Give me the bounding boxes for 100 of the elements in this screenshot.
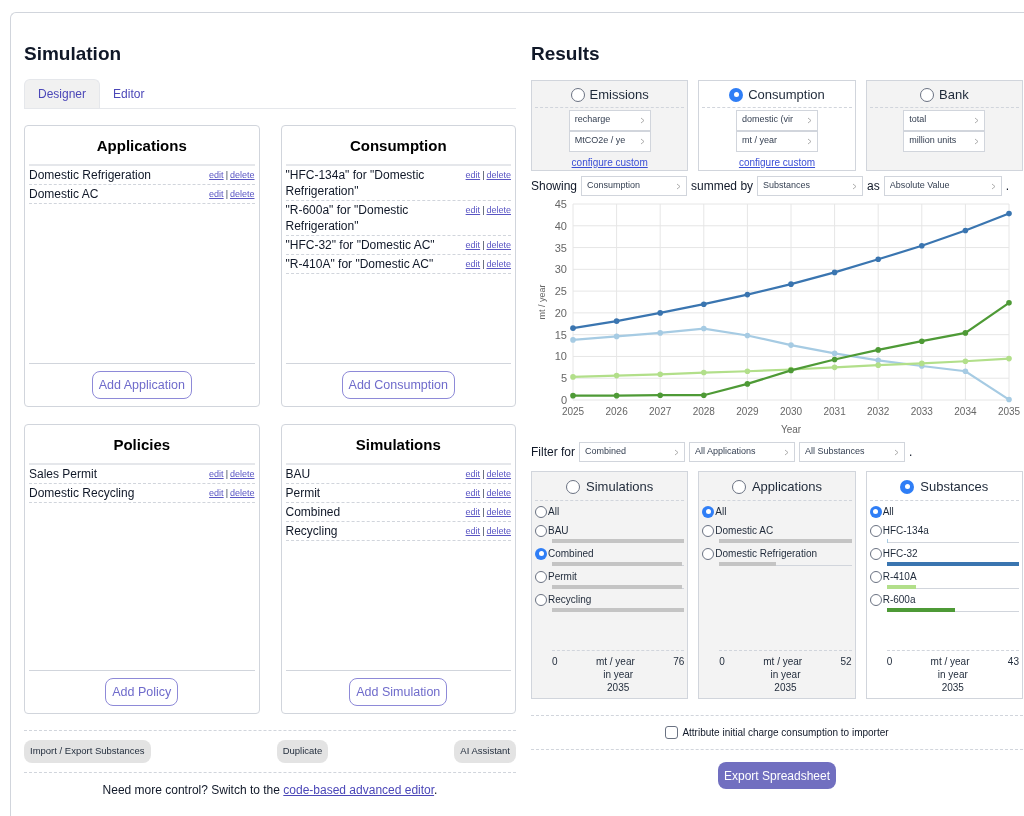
radio-button[interactable]: [535, 547, 547, 560]
radio-button[interactable]: [869, 524, 882, 537]
list-item-label: BAU: [285, 465, 311, 482]
configure-link[interactable]: configure custom: [738, 154, 816, 170]
action-button[interactable]: Duplicate: [276, 740, 329, 763]
radio-button[interactable]: [731, 479, 746, 494]
dropdown[interactable]: All Applications: [689, 442, 795, 462]
list-item-label: "HFC-32" for "Domestic AC": [285, 236, 435, 253]
edit-link[interactable]: edit: [465, 201, 481, 218]
edit-link[interactable]: edit: [465, 236, 481, 253]
radio-button[interactable]: [869, 593, 882, 606]
action-button[interactable]: Import / Export Substances: [24, 740, 151, 763]
filter-option-label: Domestic Refrigeration: [715, 547, 818, 561]
edit-link[interactable]: edit: [465, 255, 481, 272]
scale-unit: mt / year: [930, 655, 970, 668]
radio-button[interactable]: [869, 505, 882, 518]
link-separator: |: [482, 505, 485, 519]
scale-caption: in year: [770, 668, 801, 681]
filter-option-label: Permit: [548, 570, 577, 584]
edit-link[interactable]: edit: [209, 484, 224, 501]
radio-button[interactable]: [702, 505, 715, 518]
y-tick-label: 15: [554, 328, 567, 341]
radio-button[interactable]: [702, 524, 715, 537]
period: .: [909, 444, 913, 461]
list-item-label: Combined: [285, 503, 341, 520]
link-separator: |: [482, 467, 485, 481]
delete-link[interactable]: delete: [486, 255, 511, 272]
dropdown[interactable]: All Substances: [799, 442, 905, 462]
card-title: Policies: [112, 435, 172, 455]
add-button[interactable]: Add Application: [91, 371, 192, 399]
dropdown[interactable]: recharge: [568, 109, 651, 131]
chevron-icon: [639, 116, 645, 124]
section-title: Results: [531, 42, 601, 66]
panel-title: Consumption: [748, 86, 825, 104]
radio-button[interactable]: [702, 547, 715, 560]
export-button[interactable]: Export Spreadsheet: [717, 762, 837, 789]
radio-button[interactable]: [535, 524, 547, 537]
help-note: Need more control? Switch to the code-based advanced editor.: [101, 782, 439, 799]
radio-button[interactable]: [920, 87, 934, 102]
add-button[interactable]: Add Consumption: [341, 371, 455, 399]
dropdown[interactable]: domestic (vir: [736, 109, 818, 131]
filter-option-label: All: [715, 505, 727, 519]
delete-link[interactable]: delete: [486, 484, 511, 501]
delete-link[interactable]: delete: [486, 522, 511, 539]
edit-link[interactable]: edit: [465, 503, 481, 520]
advanced-editor-link[interactable]: code-based advanced editor: [283, 783, 435, 797]
radio-button[interactable]: [869, 570, 882, 583]
list-item-label: Permit: [285, 484, 321, 501]
edit-link[interactable]: edit: [465, 465, 481, 482]
delete-link[interactable]: delete: [229, 185, 255, 202]
edit-link[interactable]: edit: [465, 484, 481, 501]
radio-button[interactable]: [535, 505, 547, 518]
checkbox[interactable]: [665, 726, 679, 739]
dropdown[interactable]: total: [903, 109, 986, 131]
radio-button[interactable]: [566, 479, 581, 494]
tab[interactable]: Designer: [24, 79, 101, 108]
edit-link[interactable]: edit: [209, 465, 224, 482]
edit-link[interactable]: edit: [209, 185, 224, 202]
scale-caption: in year: [937, 668, 968, 681]
card-title: Consumption: [348, 136, 448, 156]
delete-link[interactable]: delete: [486, 166, 511, 183]
delete-link[interactable]: delete: [486, 503, 511, 520]
list-item-label: Domestic AC: [29, 185, 99, 202]
dropdown[interactable]: Consumption: [581, 176, 688, 196]
dropdown[interactable]: mt / year: [736, 130, 818, 152]
dropdown[interactable]: Substances: [757, 176, 864, 196]
delete-link[interactable]: delete: [486, 236, 511, 253]
dropdown[interactable]: MtCO2e / ye: [568, 130, 651, 152]
chevron-icon: [807, 137, 812, 145]
delete-link[interactable]: delete: [229, 465, 255, 482]
scale-min: 0: [552, 655, 558, 668]
radio-button[interactable]: [869, 547, 882, 560]
configure-link[interactable]: configure custom: [571, 154, 648, 170]
action-button[interactable]: AI Assistant: [454, 740, 516, 763]
dropdown[interactable]: Combined: [579, 442, 685, 462]
filter-option-label: All: [548, 505, 560, 519]
add-button[interactable]: Add Simulation: [349, 678, 448, 706]
dropdown[interactable]: million units: [903, 130, 986, 152]
delete-link[interactable]: delete: [486, 201, 511, 218]
link-separator: |: [225, 467, 228, 481]
x-tick-label: 2025: [561, 406, 585, 417]
x-tick-label: 2034: [954, 406, 977, 417]
radio-button[interactable]: [729, 87, 744, 102]
chevron-icon: [676, 182, 682, 190]
panel-title: Applications: [751, 478, 823, 496]
edit-link[interactable]: edit: [465, 166, 481, 183]
radio-button[interactable]: [570, 87, 585, 102]
edit-link[interactable]: edit: [209, 166, 224, 183]
panel-title: Simulations: [586, 478, 654, 496]
panel-title: Bank: [939, 86, 969, 104]
add-button[interactable]: Add Policy: [105, 678, 179, 706]
delete-link[interactable]: delete: [229, 484, 255, 501]
edit-link[interactable]: edit: [465, 522, 481, 539]
dropdown[interactable]: Absolute Value: [883, 176, 1002, 196]
delete-link[interactable]: delete: [486, 465, 511, 482]
delete-link[interactable]: delete: [229, 166, 255, 183]
radio-button[interactable]: [535, 570, 547, 583]
radio-button[interactable]: [535, 593, 547, 606]
radio-button[interactable]: [900, 479, 915, 494]
card-title: Applications: [95, 136, 188, 156]
